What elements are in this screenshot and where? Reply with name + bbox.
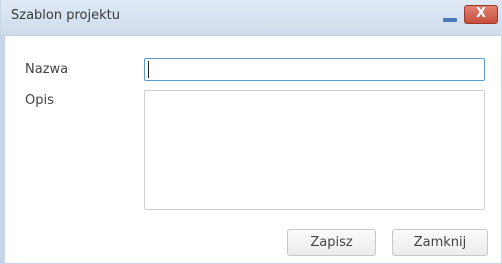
minimize-icon[interactable]	[441, 9, 459, 27]
name-input[interactable]	[144, 58, 485, 81]
dialog-title: Szablon projektu	[11, 8, 120, 23]
description-label: Opis	[25, 93, 54, 108]
close-window-button[interactable]: X	[464, 5, 498, 24]
project-template-dialog: Szablon projektu X Nazwa Opis Zapisz Zam…	[0, 0, 502, 264]
save-button[interactable]: Zapisz	[287, 229, 376, 256]
dialog-titlebar[interactable]: Szablon projektu X	[1, 0, 502, 36]
text-caret	[148, 61, 149, 78]
name-label: Nazwa	[25, 62, 69, 77]
close-icon: X	[475, 6, 487, 21]
close-button[interactable]: Zamknij	[392, 229, 488, 256]
description-textarea[interactable]	[144, 90, 485, 210]
dialog-left-border	[1, 35, 5, 264]
